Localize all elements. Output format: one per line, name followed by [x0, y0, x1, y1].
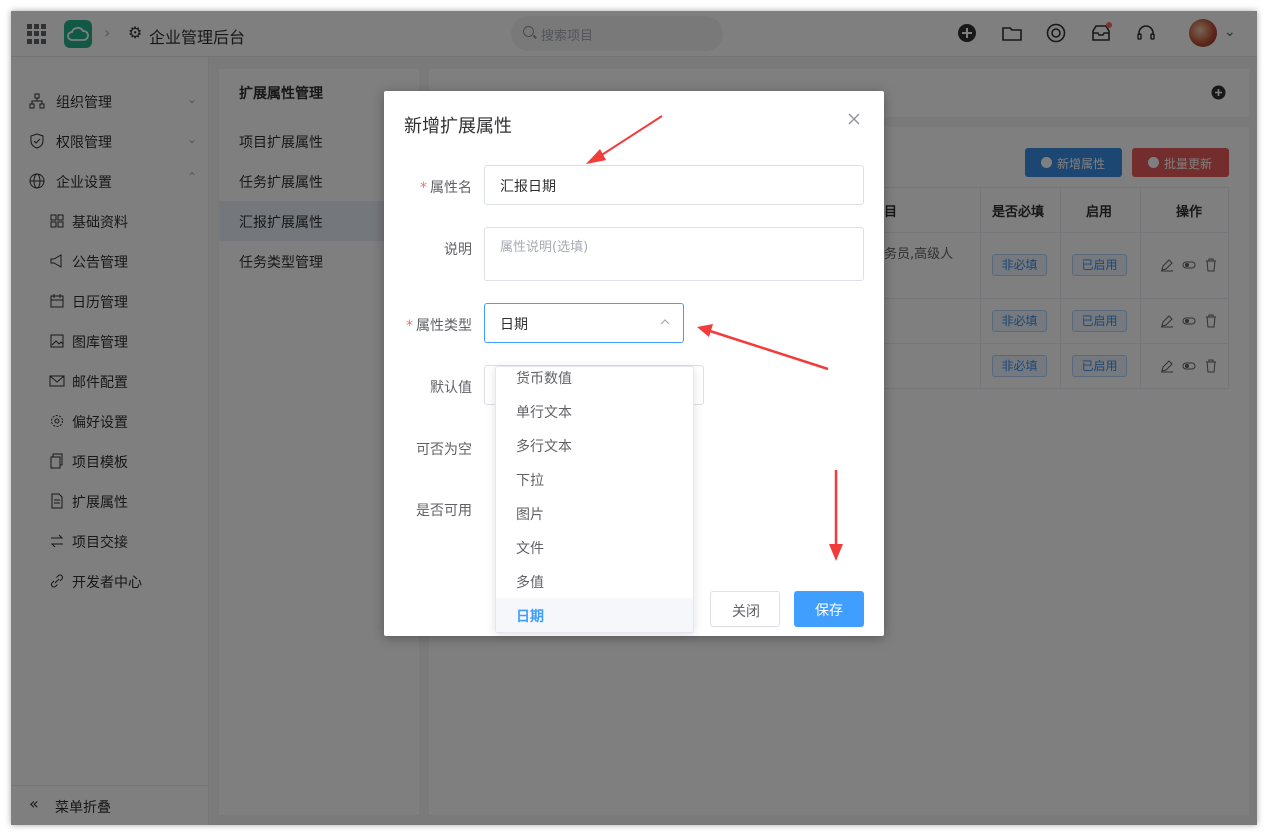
enabled-label: 是否可用: [416, 503, 472, 519]
save-button[interactable]: 保存: [794, 591, 864, 627]
dropdown-option[interactable]: 多值: [496, 564, 693, 598]
dropdown-option[interactable]: 多行文本: [496, 428, 693, 462]
dropdown-option[interactable]: 下拉: [496, 462, 693, 496]
type-dropdown: 货币数值 单行文本 多行文本 下拉 图片 文件 多值 日期: [495, 366, 694, 633]
attribute-type-value: 日期: [500, 317, 528, 333]
nullable-label: 可否为空: [416, 442, 472, 458]
dropdown-option-selected[interactable]: 日期: [496, 598, 693, 632]
close-button[interactable]: 关闭: [710, 591, 780, 627]
type-label: * 属性类型: [406, 318, 472, 334]
dialog-title: 新增扩展属性: [404, 116, 512, 137]
dropdown-option[interactable]: 货币数值: [496, 367, 693, 394]
dropdown-option[interactable]: 图片: [496, 496, 693, 530]
description-label: 说明: [444, 242, 472, 258]
description-textarea[interactable]: 属性说明(选填): [484, 227, 864, 281]
attribute-name-input[interactable]: 汇报日期: [484, 165, 864, 205]
close-button-label: 关闭: [732, 604, 760, 620]
save-button-label: 保存: [815, 603, 843, 619]
name-label: * 属性名: [420, 180, 472, 196]
attribute-type-select[interactable]: 日期: [484, 303, 684, 343]
default-value-label: 默认值: [430, 380, 472, 396]
description-placeholder: 属性说明(选填): [500, 240, 589, 255]
close-icon[interactable]: [846, 111, 862, 127]
chevron-up-icon: [660, 319, 670, 325]
dropdown-option[interactable]: 文件: [496, 530, 693, 564]
app-window: › ⚙ 企业管理后台 搜索项目 ⌄ 组织管理 ⌄: [11, 11, 1257, 825]
dropdown-option[interactable]: 单行文本: [496, 394, 693, 428]
attribute-name-value: 汇报日期: [500, 179, 556, 195]
